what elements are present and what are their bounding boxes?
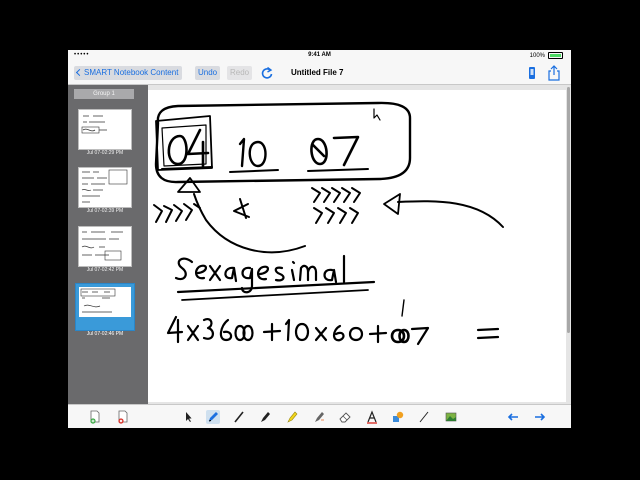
refresh-icon[interactable] xyxy=(261,66,273,80)
device-icon[interactable] xyxy=(526,66,538,80)
marker-icon[interactable] xyxy=(258,410,272,424)
document-title: Untitled File 7 xyxy=(291,68,344,77)
magic-pen-icon[interactable] xyxy=(312,410,326,424)
thumbnail-ink xyxy=(81,169,128,203)
page-timestamp: Jul 07-02:39 PM xyxy=(86,208,124,214)
back-arrow-icon[interactable] xyxy=(506,410,520,424)
pen-icon[interactable] xyxy=(206,410,220,424)
line-icon[interactable] xyxy=(417,410,431,424)
whiteboard-canvas[interactable] xyxy=(148,90,566,402)
highlighter-icon[interactable] xyxy=(285,410,299,424)
delete-page-icon[interactable] xyxy=(116,410,130,424)
battery-percent: 100% xyxy=(529,52,545,59)
page-timestamp: Jul 07-02:29 PM xyxy=(86,150,124,156)
forward-arrow-icon[interactable] xyxy=(533,410,547,424)
ipad-screen: ••••• 9:41 AM 100% SMART Notebook Conten… xyxy=(68,50,571,428)
bottom-toolbar xyxy=(68,404,571,428)
thumbnail-ink xyxy=(81,231,123,261)
status-bar: ••••• 9:41 AM 100% xyxy=(68,50,571,62)
select-icon[interactable] xyxy=(181,410,195,424)
page-thumbnail-3[interactable] xyxy=(78,226,132,267)
group-header[interactable]: Group 1 xyxy=(74,89,134,99)
page-timestamp: Jul 07-02:46 PM xyxy=(86,331,124,337)
ink-strokes xyxy=(153,101,504,346)
page-sorter: Group 1 Jul 07-02:29 PM Jul 07-02:39 PM … xyxy=(68,85,148,404)
shapes-icon[interactable] xyxy=(391,410,405,424)
eraser-icon[interactable] xyxy=(338,410,352,424)
text-icon[interactable] xyxy=(365,410,379,424)
status-time: 9:41 AM xyxy=(308,52,331,58)
navigation-bar: SMART Notebook Content Undo Redo Untitle… xyxy=(68,62,571,85)
thumbnail-ink xyxy=(81,115,107,134)
thumbnail-ink xyxy=(79,287,131,317)
back-button[interactable]: SMART Notebook Content xyxy=(74,66,183,80)
share-icon[interactable] xyxy=(547,65,561,81)
page-thumbnail-1[interactable] xyxy=(78,109,132,150)
insert-image-icon[interactable] xyxy=(444,410,458,424)
canvas-scrollbar[interactable] xyxy=(567,87,570,333)
battery-icon xyxy=(548,52,563,59)
redo-button[interactable]: Redo xyxy=(227,66,253,80)
undo-button[interactable]: Undo xyxy=(195,66,221,80)
calligraphic-pen-icon[interactable] xyxy=(232,410,246,424)
add-page-icon[interactable] xyxy=(88,410,102,424)
handwriting-layer xyxy=(153,101,504,346)
page-thumbnail-4[interactable] xyxy=(75,283,135,331)
page-thumbnail-2[interactable] xyxy=(78,167,132,208)
canvas-frame xyxy=(148,85,571,404)
page-timestamp: Jul 07-02:42 PM xyxy=(86,267,124,273)
